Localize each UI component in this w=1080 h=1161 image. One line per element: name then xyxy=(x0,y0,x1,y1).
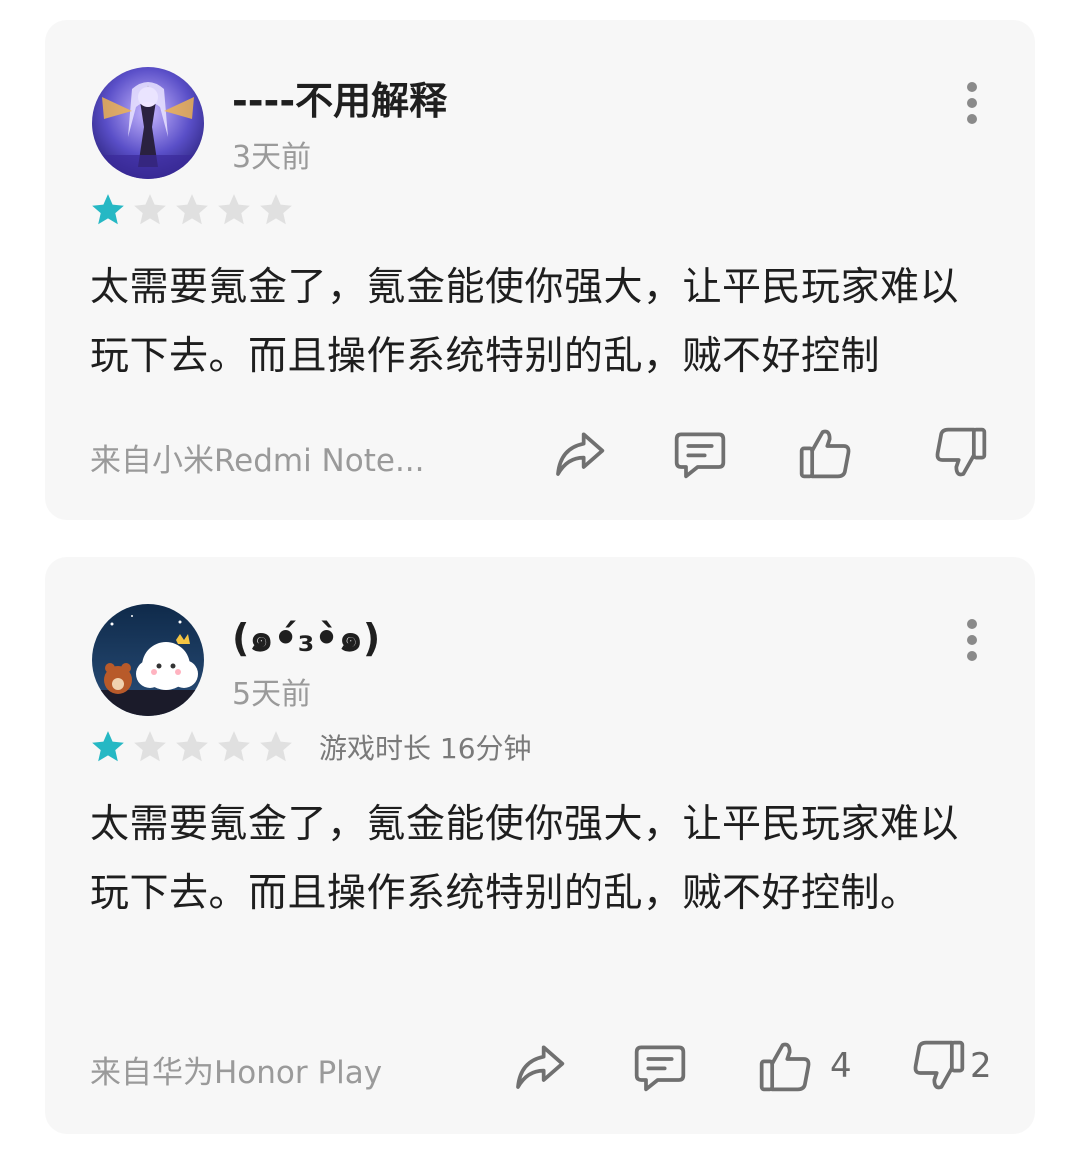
star-empty-icon xyxy=(176,194,208,225)
comment-icon[interactable] xyxy=(672,425,728,481)
thumbs-down-icon[interactable] xyxy=(933,425,989,481)
user-avatar[interactable] xyxy=(92,67,204,179)
dislike-count: 2 xyxy=(970,1046,992,1086)
more-vertical-icon[interactable] xyxy=(957,615,987,661)
star-empty-icon xyxy=(176,731,208,762)
star-empty-icon xyxy=(134,731,166,762)
username[interactable]: ----不用解释 xyxy=(232,70,447,125)
like-count: 4 xyxy=(830,1046,852,1086)
review-time: 3天前 xyxy=(232,140,312,175)
share-icon[interactable] xyxy=(551,425,607,481)
star-filled-icon xyxy=(92,194,124,225)
more-vertical-icon[interactable] xyxy=(957,78,987,124)
review-card: (๑•́₃•̀๑) 5天前 游戏时长 16分钟 太需要氪金了，氪金能使你强大，让… xyxy=(45,557,1035,1134)
star-empty-icon xyxy=(218,731,250,762)
review-text[interactable]: 太需要氪金了，氪金能使你强大，让平民玩家难以玩下去。而且操作系统特别的乱，贼不好… xyxy=(90,253,990,391)
star-empty-icon xyxy=(260,731,292,762)
star-empty-icon xyxy=(218,194,250,225)
rating-stars: 游戏时长 16分钟 xyxy=(89,727,532,767)
thumbs-down-icon[interactable] xyxy=(911,1038,967,1094)
star-empty-icon xyxy=(134,194,166,225)
review-time: 5天前 xyxy=(232,677,312,712)
star-filled-icon xyxy=(92,731,124,762)
review-text[interactable]: 太需要氪金了，氪金能使你强大，让平民玩家难以玩下去。而且操作系统特别的乱，贼不好… xyxy=(90,790,990,928)
thumbs-up-icon[interactable] xyxy=(757,1038,813,1094)
comment-icon[interactable] xyxy=(632,1038,688,1094)
share-icon[interactable] xyxy=(511,1038,567,1094)
device-info: 来自小米Redmi Note... xyxy=(90,443,425,479)
review-card: ----不用解释 3天前 太需要氪金了，氪金能使你强大，让平民玩家难以玩下去。而… xyxy=(45,20,1035,520)
device-info: 来自华为Honor Play xyxy=(90,1055,383,1091)
playtime-label: 游戏时长 16分钟 xyxy=(319,732,532,765)
thumbs-up-icon[interactable] xyxy=(797,425,853,481)
username[interactable]: (๑•́₃•̀๑) xyxy=(232,607,380,668)
user-avatar[interactable] xyxy=(92,604,204,716)
rating-stars xyxy=(89,190,299,230)
star-empty-icon xyxy=(260,194,292,225)
